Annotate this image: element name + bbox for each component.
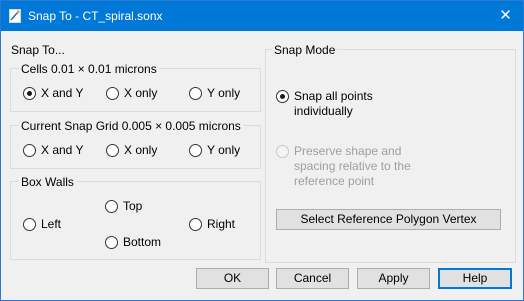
box-walls-label: Box Walls — [19, 175, 76, 189]
radio-label: Right — [207, 217, 236, 231]
preserve-shape-radio[interactable]: Preserve shape and spacing relative to t… — [276, 144, 426, 189]
radio-label: Left — [41, 217, 62, 231]
title-bar: Snap To - CT_spiral.sonx ✕ — [1, 1, 523, 31]
snap-to-heading: Snap To... — [11, 43, 65, 57]
app-icon — [9, 9, 21, 23]
cells-x-and-y-radio[interactable]: X and Y — [23, 86, 83, 101]
radio-label: Preserve shape and spacing relative to t… — [294, 144, 411, 188]
radio-label: X only — [124, 86, 158, 100]
dialog-window: Snap To - CT_spiral.sonx ✕ Snap To... Ce… — [0, 0, 524, 301]
radio-label: Top — [123, 199, 143, 213]
radio-circle — [276, 90, 289, 103]
snap-all-points-radio[interactable]: Snap all points individually — [276, 89, 391, 119]
cells-x-only-radio[interactable]: X only — [106, 86, 157, 101]
radio-circle — [189, 218, 202, 231]
box-wall-left-radio[interactable]: Left — [23, 217, 61, 232]
radio-label: Bottom — [123, 235, 162, 249]
radio-circle — [23, 218, 36, 231]
radio-circle — [23, 144, 36, 157]
apply-button[interactable]: Apply — [357, 268, 430, 289]
close-icon[interactable]: ✕ — [488, 1, 523, 31]
radio-circle — [105, 200, 118, 213]
select-reference-vertex-button[interactable]: Select Reference Polygon Vertex — [276, 209, 501, 230]
radio-circle — [106, 144, 119, 157]
radio-label: X and Y — [41, 86, 84, 100]
snap-mode-heading: Snap Mode — [272, 43, 338, 57]
cells-group-label: Cells 0.01 × 0.01 microns — [19, 62, 159, 76]
radio-label: Y only — [207, 143, 241, 157]
radio-label: X only — [124, 143, 158, 157]
ok-button[interactable]: OK — [196, 268, 269, 289]
radio-circle — [276, 145, 289, 158]
radio-circle — [189, 87, 202, 100]
radio-circle — [23, 87, 36, 100]
radio-label: X and Y — [41, 143, 84, 157]
cancel-button[interactable]: Cancel — [276, 268, 349, 289]
grid-x-and-y-radio[interactable]: X and Y — [23, 143, 83, 158]
window-title: Snap To - CT_spiral.sonx — [28, 9, 163, 23]
grid-y-only-radio[interactable]: Y only — [189, 143, 240, 158]
box-wall-right-radio[interactable]: Right — [189, 217, 235, 232]
box-wall-top-radio[interactable]: Top — [105, 199, 142, 214]
current-snap-grid-label: Current Snap Grid 0.005 × 0.005 microns — [19, 119, 243, 133]
grid-x-only-radio[interactable]: X only — [106, 143, 157, 158]
box-wall-bottom-radio[interactable]: Bottom — [105, 235, 161, 250]
radio-label: Snap all points individually — [294, 89, 373, 118]
radio-circle — [189, 144, 202, 157]
radio-circle — [105, 236, 118, 249]
cells-y-only-radio[interactable]: Y only — [189, 86, 240, 101]
help-button[interactable]: Help — [438, 268, 512, 289]
radio-circle — [106, 87, 119, 100]
radio-label: Y only — [207, 86, 241, 100]
